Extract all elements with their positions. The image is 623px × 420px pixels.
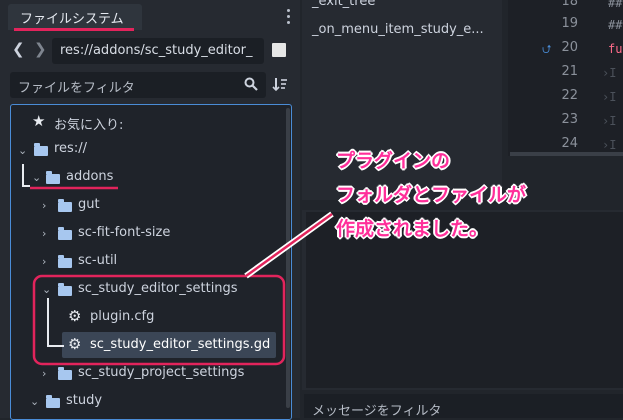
callout-line-3: 作成されました。	[336, 218, 489, 240]
tree-connector-line	[22, 164, 30, 187]
annotation-overlay	[22, 164, 334, 366]
tree-connector-line	[47, 298, 64, 347]
callout-line-2: フォルダとファイルが	[336, 184, 527, 206]
callout-pointer	[245, 212, 333, 278]
callout-line-1: プラグインの	[336, 150, 451, 172]
highlight-box	[32, 274, 286, 366]
